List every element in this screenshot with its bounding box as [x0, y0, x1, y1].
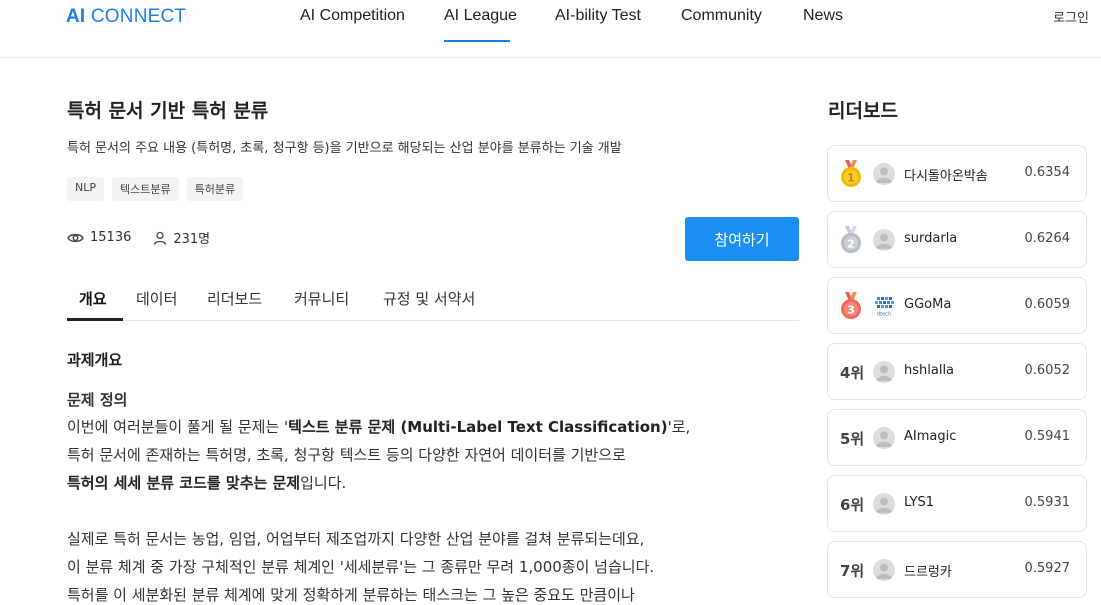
gold-medal-icon: 1 [840, 160, 862, 192]
competition-description: 특허 문서의 주요 내용 (특허명, 초록, 청구항 등)을 기반으로 해당되는… [67, 141, 622, 156]
leaderboard-entry[interactable]: 4위 hshlalla 0.6052 [827, 343, 1087, 400]
paragraph-line: 특허를 이 세분화된 분류 체계에 맞게 정확하게 분류하는 태스크는 그 높은… [67, 586, 635, 604]
rank-label: 5위 [840, 430, 865, 448]
person-icon [153, 231, 167, 245]
leaderboard-entry[interactable]: 1 다시돌아온박솜 0.6354 [827, 145, 1087, 202]
tab-data[interactable]: 데이터 [136, 288, 177, 309]
bronze-medal-icon: 3 [840, 292, 862, 324]
text-bold-segment: 텍스트 분류 문제 (Multi-Label Text Classificati… [288, 418, 668, 436]
tab-community[interactable]: 커뮤니티 [294, 288, 349, 309]
text-segment: '로, [667, 418, 691, 436]
nav-community[interactable]: Community [681, 7, 762, 25]
paragraph-line: 실제로 특허 문서는 농업, 임업, 어업부터 제조업까지 다양한 산업 분야를… [67, 530, 645, 548]
leaderboard-entry[interactable]: 7위 드르렁카 0.5927 [827, 541, 1087, 598]
team-name: 다시돌아온박솜 [904, 169, 988, 184]
leaderboard-entry[interactable]: 3 dtech GGoMa 0.6059 [827, 277, 1087, 334]
views-stat: 15136 [67, 230, 131, 245]
text-bold-segment: 특허의 세세 분류 코드를 맞추는 문제 [67, 474, 301, 492]
participants-stat: 231명 [153, 228, 210, 247]
leaderboard-entry[interactable]: 6위 LYS1 0.5931 [827, 475, 1087, 532]
paragraph-line: 이번에 여러분들이 풀게 될 문제는 '텍스트 분류 문제 (Multi-Lab… [67, 416, 690, 437]
team-score: 0.5927 [1024, 561, 1071, 576]
leaderboard-entry[interactable]: 5위 AImagic 0.5941 [827, 409, 1087, 466]
team-name: GGoMa [904, 297, 952, 312]
team-score: 0.6052 [1024, 363, 1071, 378]
eye-icon [67, 232, 84, 244]
tab-rules[interactable]: 규정 및 서약서 [383, 288, 475, 309]
tag-nlp[interactable]: NLP [67, 177, 104, 201]
competition-title: 특허 문서 기반 특허 분류 [67, 100, 269, 122]
tag-list: NLP 텍스트분류 특허분류 [67, 177, 244, 201]
rank-label: 4위 [840, 364, 865, 382]
logo-connect-text: CONNECT [90, 6, 187, 27]
medal-rank-text: 2 [847, 238, 855, 251]
leaderboard-entry[interactable]: 2 surdarla 0.6264 [827, 211, 1087, 268]
user-avatar-icon [873, 361, 895, 383]
leaderboard-title: 리더보드 [828, 100, 898, 122]
user-avatar-icon [873, 163, 895, 185]
paragraph-line: 특허의 세세 분류 코드를 맞추는 문제입니다. [67, 472, 346, 493]
competition-stats: 15136 231명 [67, 228, 210, 247]
rank-label: 6위 [840, 496, 865, 514]
medal-rank-text: 3 [847, 304, 855, 317]
team-name: LYS1 [904, 495, 934, 510]
rank-label: 7위 [840, 562, 865, 580]
section-title: 과제개요 [67, 351, 123, 369]
tab-leaderboard[interactable]: 리더보드 [207, 288, 262, 309]
team-name: 드르렁카 [904, 565, 952, 580]
medal-rank-text: 1 [847, 172, 855, 185]
team-score: 0.6354 [1024, 165, 1071, 180]
nav-active-indicator [444, 40, 510, 42]
user-avatar-icon [873, 229, 895, 251]
tab-overview[interactable]: 개요 [79, 288, 107, 309]
team-score: 0.5941 [1024, 429, 1071, 444]
user-avatar-icon [873, 559, 895, 581]
tag-patent-classification[interactable]: 특허분류 [186, 177, 244, 201]
tab-active-indicator [67, 318, 123, 321]
participants-count: 231명 [173, 232, 211, 247]
team-logo-icon: dtech [873, 295, 895, 321]
team-name: hshlalla [904, 363, 955, 378]
nav-ai-competition[interactable]: AI Competition [300, 7, 405, 25]
team-score: 0.6059 [1024, 297, 1071, 312]
team-logo-text: dtech [877, 312, 891, 318]
nav-ai-bility-test[interactable]: AI-bility Test [555, 7, 641, 25]
paragraph-line: 이 분류 체계 중 가장 구체적인 분류 체계인 '세세분류'는 그 종류만 무… [67, 558, 655, 576]
team-name: surdarla [904, 231, 958, 246]
logo[interactable]: AI CONNECT [66, 6, 186, 28]
user-avatar-icon [873, 493, 895, 515]
team-score: 0.5931 [1024, 495, 1071, 510]
text-segment: 입니다. [300, 474, 347, 492]
login-link[interactable]: 로그인 [1053, 7, 1089, 26]
team-score: 0.6264 [1024, 231, 1071, 246]
team-name: AImagic [904, 429, 957, 444]
problem-definition-title: 문제 정의 [67, 391, 128, 409]
nav-ai-league[interactable]: AI League [444, 7, 517, 25]
silver-medal-icon: 2 [840, 226, 862, 258]
content-tabs: 개요 데이터 리더보드 커뮤니티 규정 및 서약서 [67, 276, 799, 321]
views-count: 15136 [90, 230, 132, 245]
logo-ai-text: AI [66, 6, 86, 27]
paragraph-line: 특허 문서에 존재하는 특허명, 초록, 청구항 텍스트 등의 다양한 자연어 … [67, 446, 626, 464]
nav-news[interactable]: News [803, 7, 843, 25]
top-header: AI CONNECT AI Competition AI League AI-b… [0, 0, 1101, 58]
user-avatar-icon [873, 427, 895, 449]
text-segment: 이번에 여러분들이 풀게 될 문제는 ' [67, 418, 289, 436]
join-button[interactable]: 참여하기 [685, 217, 799, 261]
tag-text-classification[interactable]: 텍스트분류 [112, 177, 179, 201]
